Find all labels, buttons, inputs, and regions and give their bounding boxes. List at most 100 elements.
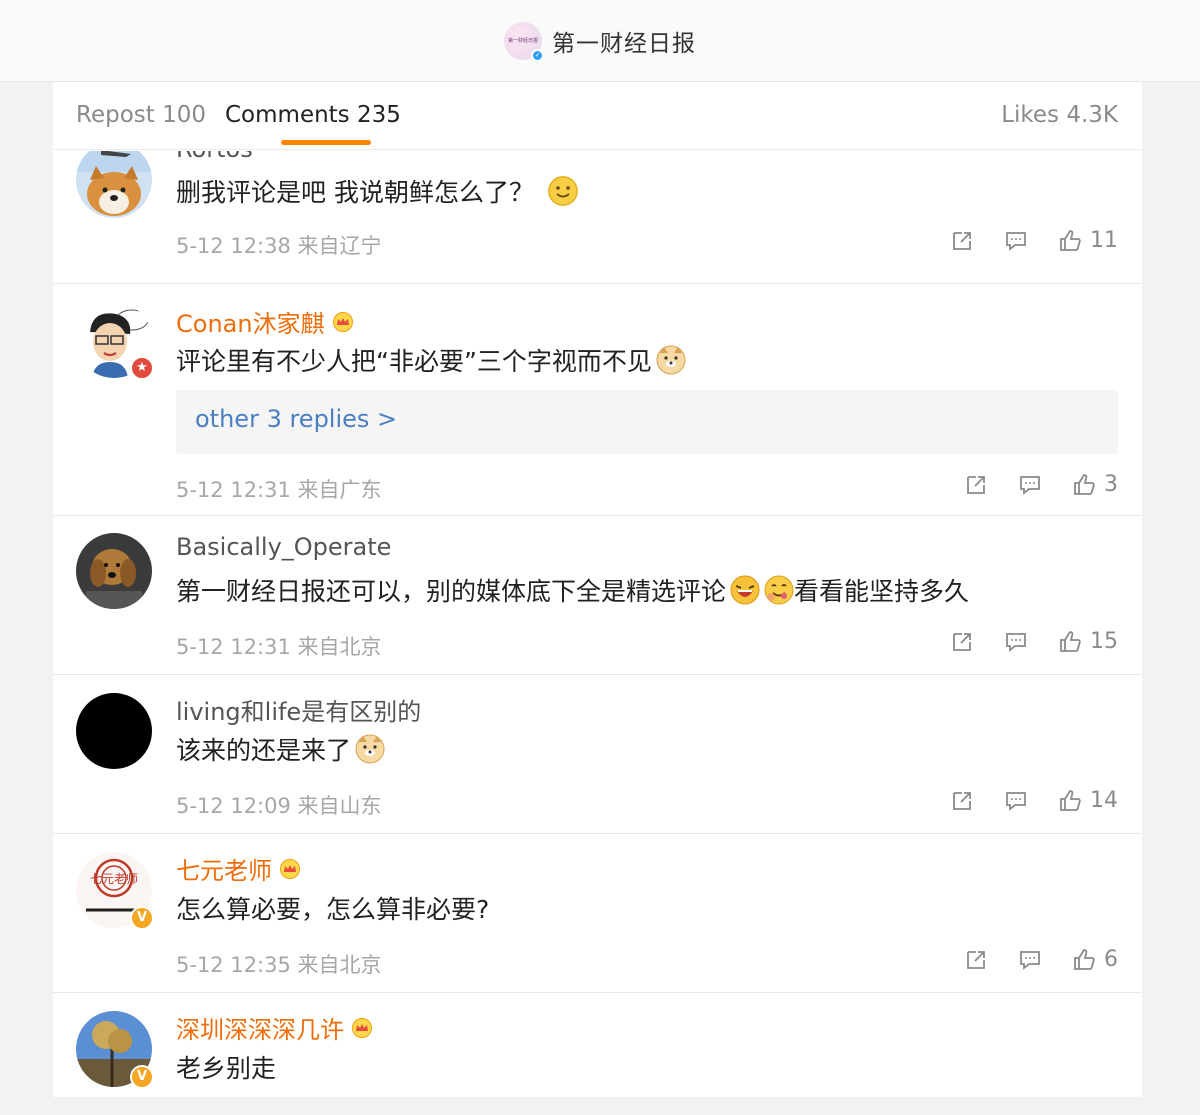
- like-icon[interactable]: [1072, 948, 1096, 972]
- verified-badge-icon: ✓: [531, 48, 544, 62]
- comment-meta: 5-12 12:31 来自广东: [176, 474, 382, 504]
- comment-location: 来自辽宁: [297, 234, 382, 258]
- like-icon[interactable]: [1058, 789, 1082, 813]
- comment-location: 来自北京: [297, 953, 382, 977]
- tab-bar: Repost 100 Comments 235 Likes 4.3K: [53, 82, 1142, 150]
- smile-emoji-icon: [547, 176, 578, 206]
- comment-actions: 14: [950, 788, 1118, 813]
- like-count: 11: [1090, 228, 1118, 253]
- share-icon[interactable]: [964, 948, 988, 972]
- comment-time: 5-12 12:09: [176, 794, 291, 818]
- comment-actions: 3: [964, 472, 1118, 497]
- bottom-margin: [0, 1097, 1200, 1115]
- comment-actions: 15: [950, 629, 1118, 654]
- username-text: 深圳深深深几许: [176, 1016, 344, 1044]
- reply-icon[interactable]: [1004, 789, 1028, 813]
- comment-time: 5-12 12:35: [176, 953, 291, 977]
- comment-item: Basically_Operate 第一财经日报还可以，别的媒体底下全是精选评论…: [53, 516, 1142, 675]
- comment-meta: 5-12 12:35 来自北京: [176, 949, 382, 979]
- comment-body: 第一财经日报还可以，别的媒体底下全是精选评论: [176, 577, 727, 606]
- avatar-image: [76, 693, 152, 769]
- share-icon[interactable]: [964, 473, 988, 497]
- avatar[interactable]: [76, 533, 152, 609]
- avatar[interactable]: [76, 151, 152, 218]
- comment-body-continued: 看看能坚持多久: [794, 577, 970, 606]
- reply-icon[interactable]: [1018, 948, 1042, 972]
- comment-text: 第一财经日报还可以，别的媒体底下全是精选评论 看看能坚持多久: [176, 572, 969, 608]
- active-tab-indicator: [281, 140, 371, 145]
- comment-body: 怎么算必要，怎么算非必要?: [176, 895, 490, 924]
- comment-text: 评论里有不少人把“非必要”三个字视而不见: [176, 342, 686, 378]
- more-replies-text: other 3 replies >: [195, 405, 398, 433]
- laugh-emoji-icon: [730, 575, 760, 605]
- share-icon[interactable]: [950, 789, 974, 813]
- comment-actions: 6: [964, 947, 1118, 972]
- like-count: 6: [1104, 947, 1118, 972]
- comment-item: 七元老师 V 七元老师 怎么算必要，怎么算非必要? 5-12 12:35 来自北…: [53, 834, 1142, 993]
- username[interactable]: living和life是有区别的: [176, 692, 421, 727]
- like-icon[interactable]: [1072, 473, 1096, 497]
- like-icon[interactable]: [1058, 229, 1082, 253]
- username[interactable]: Conan沐家麒: [176, 304, 354, 339]
- account-logo-icon[interactable]: 第一财经日报 ✓: [504, 21, 544, 62]
- yummy-emoji-icon: [764, 575, 794, 605]
- username[interactable]: Basically_Operate: [176, 533, 391, 561]
- verified-badge-icon: V: [130, 1065, 154, 1089]
- tab-comments[interactable]: Comments 235: [225, 102, 401, 128]
- comment-text: 该来的还是来了: [176, 731, 385, 767]
- share-icon[interactable]: [950, 630, 974, 654]
- comment-time: 5-12 12:31: [176, 635, 291, 659]
- crown-icon: [352, 1017, 372, 1038]
- avatar[interactable]: [76, 693, 152, 769]
- top-bar: 第一财经日报 ✓ 第一财经日报: [0, 0, 1200, 82]
- doge-emoji-icon: [355, 734, 385, 764]
- comment-time: 5-12 12:31: [176, 478, 291, 502]
- username-text: 七元老师: [176, 857, 272, 885]
- comment-time: 5-12 12:38: [176, 234, 291, 258]
- comment-meta: 5-12 12:09 来自山东: [176, 790, 382, 820]
- username[interactable]: Rortos: [176, 151, 253, 163]
- share-icon[interactable]: [950, 229, 974, 253]
- avatar-image: [76, 533, 152, 609]
- comment-body: 老乡别走: [176, 1054, 277, 1083]
- comment-actions: 11: [950, 228, 1118, 253]
- like-icon[interactable]: [1058, 630, 1082, 654]
- avatar-seal-text: 七元老师: [90, 872, 138, 886]
- avatar[interactable]: V: [76, 1011, 154, 1089]
- avatar[interactable]: ★: [76, 302, 154, 380]
- comment-text: 老乡别走: [176, 1049, 276, 1085]
- tab-repost[interactable]: Repost 100: [76, 102, 206, 128]
- tab-likes[interactable]: Likes 4.3K: [1001, 102, 1118, 128]
- avatar[interactable]: 七元老师 V: [76, 852, 154, 930]
- comment-item: Rortos 删我评论是吧 我说朝鲜怎么了？ 5-12 12:38 来自辽宁 1…: [53, 151, 1142, 284]
- more-replies-link[interactable]: other 3 replies >: [176, 390, 1118, 454]
- comment-meta: 5-12 12:38 来自辽宁: [176, 230, 382, 260]
- comment-body: 删我评论是吧 我说朝鲜怎么了？: [176, 178, 534, 207]
- like-count: 15: [1090, 629, 1118, 654]
- comment-item: living和life是有区别的 该来的还是来了 5-12 12:09 来自山东…: [53, 675, 1142, 834]
- crown-icon: [332, 311, 353, 332]
- username[interactable]: 七元老师: [176, 851, 301, 886]
- comment-location: 来自山东: [297, 794, 382, 818]
- comments-panel: Repost 100 Comments 235 Likes 4.3K 删我评论是…: [53, 82, 1142, 1115]
- comment-text: 删我评论是吧 我说朝鲜怎么了？: [176, 173, 578, 209]
- avatar-image: [76, 151, 152, 218]
- username-text: Conan沐家麒: [176, 310, 325, 338]
- logo-text: 第一财经日报: [507, 38, 538, 44]
- comment-body: 评论里有不少人把“非必要”三个字视而不见: [176, 347, 652, 376]
- reply-icon[interactable]: [1004, 630, 1028, 654]
- page-title[interactable]: 第一财经日报: [552, 24, 696, 58]
- comment-location: 来自广东: [297, 478, 382, 502]
- reply-icon[interactable]: [1004, 229, 1028, 253]
- star-badge-icon: ★: [130, 356, 154, 380]
- username[interactable]: 深圳深深深几许: [176, 1010, 373, 1045]
- verified-badge-icon: V: [130, 906, 154, 930]
- comment-list: Rortos 删我评论是吧 我说朝鲜怎么了？ 5-12 12:38 来自辽宁 1…: [53, 151, 1142, 1115]
- comment-meta: 5-12 12:31 来自北京: [176, 631, 382, 661]
- comment-item: ★ Conan沐家麒 评论里有不少人把“非必要”三个字视而不见 other 3 …: [53, 284, 1142, 516]
- like-count: 14: [1090, 788, 1118, 813]
- like-count: 3: [1104, 472, 1118, 497]
- comment-location: 来自北京: [297, 635, 382, 659]
- reply-icon[interactable]: [1018, 473, 1042, 497]
- comment-body: 该来的还是来了: [176, 736, 352, 765]
